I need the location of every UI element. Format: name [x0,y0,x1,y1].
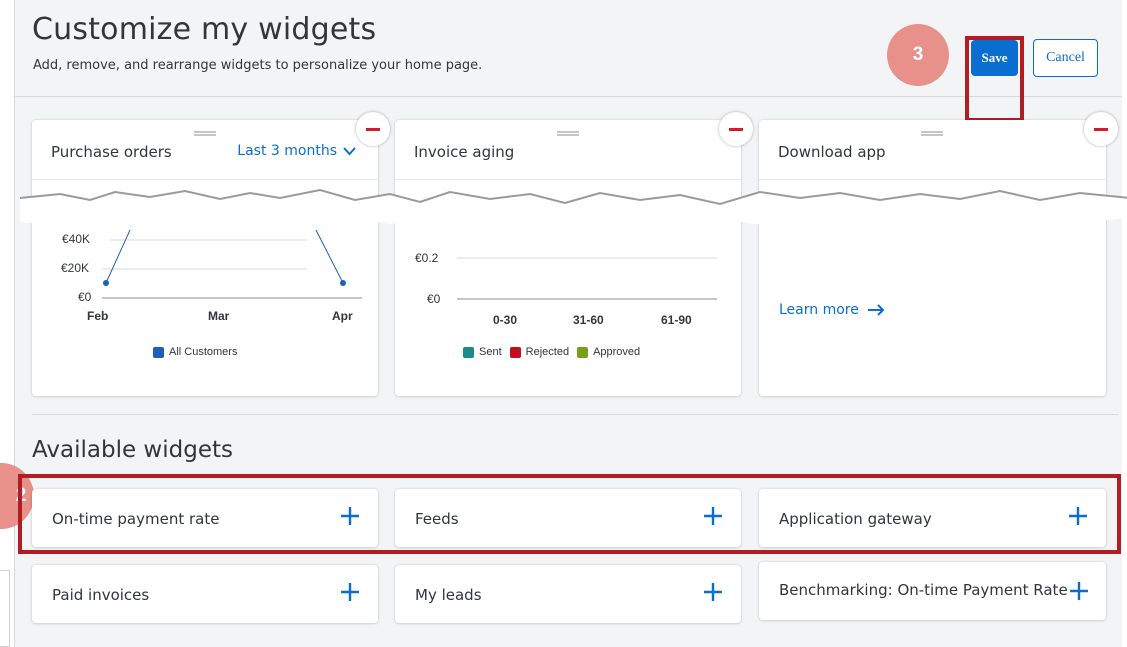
widget-header: Purchase orders Last 3 months [32,120,378,180]
left-edge-fragment [0,570,10,647]
period-label: Last 3 months [237,143,337,159]
widget-title: Invoice aging [414,143,515,161]
plus-icon[interactable] [1066,578,1092,604]
invoice-aging-chart: €0.2 €0 0-30 31-60 61-90 [415,251,717,327]
step-3-badge: 3 [887,24,949,86]
ytick-label: €0.2 [415,251,439,265]
ytick-label: €0 [427,292,441,306]
available-widgets-title: Available widgets [32,437,233,463]
widget-purchase-orders[interactable]: Purchase orders Last 3 months €40K €20K … [32,112,390,396]
data-point [103,280,109,286]
drag-handle-icon[interactable] [557,131,579,136]
widget-header: Download app [759,120,1106,180]
ytick-label: €20K [61,261,89,275]
learn-more-label: Learn more [779,302,859,318]
xtick-label: 0-30 [493,313,517,327]
xtick-label: Mar [208,309,230,323]
save-highlight [965,36,1024,122]
data-point [340,280,346,286]
plus-icon[interactable] [337,579,363,605]
available-widget-label: Benchmarking: On-time Payment Rate [779,581,1068,599]
legend-swatch [577,346,589,358]
legend-label: All Customers [169,346,238,358]
remove-icon [366,127,380,131]
legend-item: Sent [463,346,502,358]
learn-more-link[interactable]: Learn more [779,302,885,318]
widget-title: Download app [778,143,886,161]
chevron-down-icon [343,146,356,155]
legend-label: Rejected [525,346,570,358]
legend-item: Approved [577,346,640,358]
remove-icon [729,127,743,131]
available-row-highlight [18,474,1121,554]
legend-swatch [153,346,164,358]
legend-item: All Customers [153,346,237,358]
available-widget-label: My leads [415,586,482,604]
remove-widget-button[interactable] [356,112,390,146]
legend-label: Sent [479,346,502,358]
widget-invoice-aging[interactable]: Invoice aging €0.2 €0 0-30 31-60 61-90 S… [395,112,753,396]
xtick-label: Feb [87,309,108,323]
ytick-label: €0 [78,290,92,304]
period-dropdown[interactable]: Last 3 months [237,143,356,159]
widget-header: Invoice aging [395,120,741,180]
legend-item: Rejected [509,346,570,358]
chart-legend: Sent Rejected Approved [463,346,640,358]
page-title: Customize my widgets [32,12,377,47]
widget-title: Purchase orders [51,143,172,161]
chart-legend: All Customers [153,346,237,358]
available-widget-benchmarking[interactable]: Benchmarking: On-time Payment Rate [759,562,1106,620]
remove-widget-button[interactable] [1084,112,1118,146]
cancel-button[interactable]: Cancel [1033,39,1098,77]
header-divider [14,96,1122,97]
legend-swatch [463,346,474,358]
xtick-label: 31-60 [573,313,604,327]
xtick-label: Apr [332,309,353,323]
drag-handle-icon[interactable] [921,131,943,136]
remove-widget-button[interactable] [719,112,753,146]
remove-icon [1094,127,1108,131]
arrow-right-icon [867,304,885,316]
page-subtitle: Add, remove, and rearrange widgets to pe… [33,58,483,73]
available-widget-paid-invoices[interactable]: Paid invoices [32,565,378,623]
legend-label: Approved [593,346,641,358]
section-divider [32,414,1118,415]
torn-edge-overlay [20,188,1127,227]
available-widget-my-leads[interactable]: My leads [395,565,741,623]
plus-icon[interactable] [700,579,726,605]
xtick-label: 61-90 [661,313,692,327]
widget-download-app[interactable]: Download app Learn more [759,112,1118,396]
legend-swatch [509,346,521,358]
available-widget-label: Paid invoices [52,586,150,604]
drag-handle-icon[interactable] [194,131,216,136]
